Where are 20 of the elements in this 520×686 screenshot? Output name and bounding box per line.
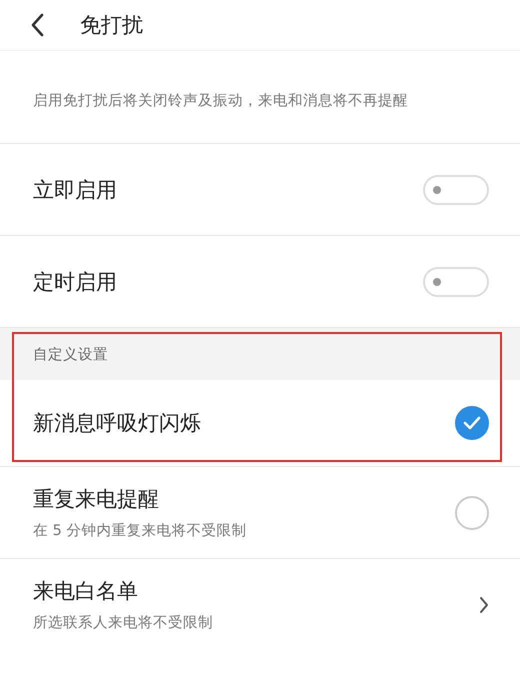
row-subtitle: 在 5 分钟内重复来电将不受限制 [33, 522, 246, 540]
settings-row[interactable]: 重复来电提醒 在 5 分钟内重复来电将不受限制 [0, 467, 520, 559]
toggle-switch[interactable] [423, 266, 489, 296]
chevron-right-icon [479, 596, 489, 614]
page-title: 免打扰 [80, 12, 143, 39]
toggle-switch[interactable] [423, 174, 489, 204]
settings-row[interactable]: 来电白名单 所选联系人来电将不受限制 [0, 559, 520, 650]
row-subtitle: 所选联系人来电将不受限制 [33, 614, 213, 632]
row-label: 定时启用 [33, 268, 117, 296]
back-button[interactable] [30, 12, 46, 38]
empty-circle-icon[interactable] [455, 496, 489, 530]
row-label: 重复来电提醒 [33, 486, 160, 513]
settings-row[interactable]: 新消息呼吸灯闪烁 [0, 380, 520, 467]
checked-circle-icon[interactable] [455, 406, 489, 440]
row-label: 新消息呼吸灯闪烁 [33, 410, 201, 437]
description-text: 启用免打扰后将关闭铃声及振动，来电和消息将不再提醒 [0, 50, 520, 144]
settings-row[interactable]: 立即启用 [0, 144, 520, 236]
section-header: 自定义设置 [33, 346, 108, 364]
row-label: 立即启用 [33, 176, 117, 204]
row-label: 来电白名单 [33, 578, 139, 605]
